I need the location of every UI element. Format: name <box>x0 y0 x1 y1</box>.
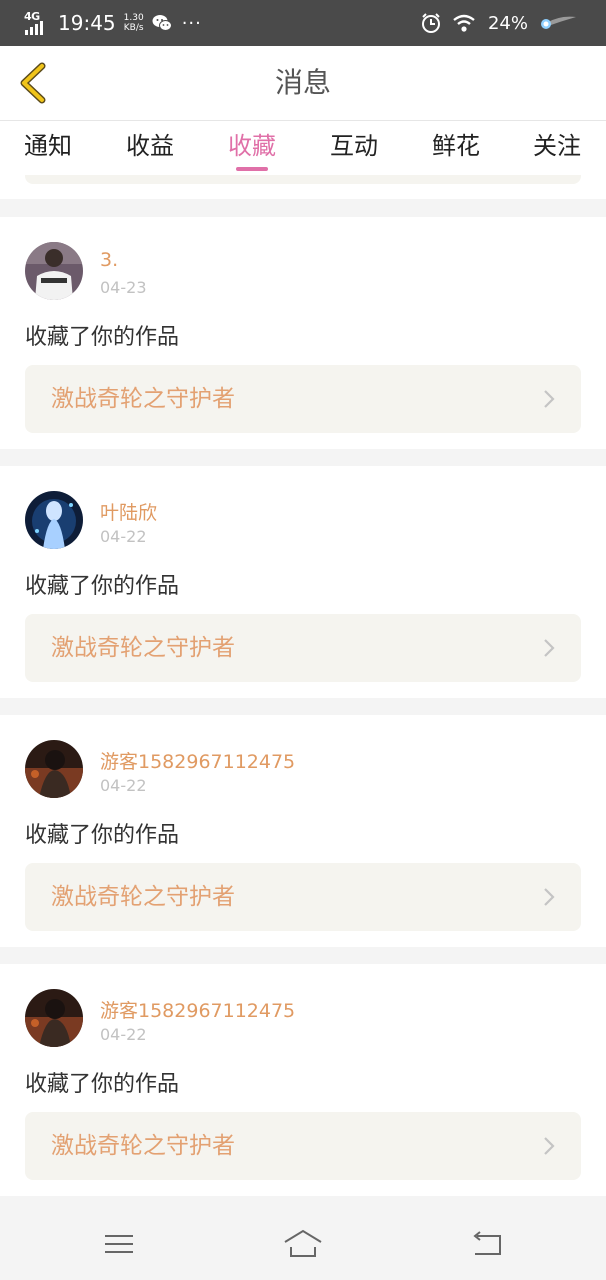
username[interactable]: 游客1582967112475 <box>100 747 295 774</box>
work-title: 激战奇轮之守护者 <box>51 635 235 661</box>
wechat-icon <box>152 15 172 31</box>
menu-icon[interactable] <box>99 1228 139 1260</box>
work-title: 激战奇轮之守护者 <box>51 386 235 412</box>
avatar[interactable] <box>25 989 83 1047</box>
speed-value: 1.30 <box>123 13 144 23</box>
action-text: 收藏了你的作品 <box>25 823 180 848</box>
username[interactable]: 叶陆欣 <box>100 498 157 525</box>
network-speed: 1.30 KB/s <box>124 13 144 33</box>
tab-interactions[interactable]: 互动 <box>330 121 378 175</box>
chevron-right-icon <box>544 390 555 408</box>
status-bar: 4G 19:45 1.30 KB/s ··· 24% <box>0 0 606 46</box>
status-time: 19:45 <box>58 11 116 35</box>
cell-signal-icon: 4G <box>24 10 52 35</box>
chevron-right-icon <box>544 639 555 657</box>
active-tab-indicator <box>236 167 268 171</box>
username[interactable]: 3. <box>100 249 118 271</box>
action-text: 收藏了你的作品 <box>25 1072 180 1097</box>
work-link[interactable]: 激战奇轮之守护者 <box>25 614 581 682</box>
wifi-icon <box>453 14 475 32</box>
action-text: 收藏了你的作品 <box>25 325 180 350</box>
tab-following[interactable]: 关注 <box>533 121 581 175</box>
battery-percent: 24% <box>487 12 528 34</box>
system-nav-bar <box>0 1208 606 1280</box>
username[interactable]: 游客1582967112475 <box>100 996 295 1023</box>
work-link[interactable]: 激战奇轮之守护者 <box>25 365 581 433</box>
battery-comet-icon <box>541 16 576 29</box>
chevron-right-icon <box>544 888 555 906</box>
message-date: 04-23 <box>100 278 147 297</box>
speed-unit: KB/s <box>123 23 144 33</box>
avatar[interactable] <box>25 740 83 798</box>
back-arrow-icon[interactable] <box>467 1228 507 1260</box>
tab-earnings[interactable]: 收益 <box>126 121 174 175</box>
message-date: 04-22 <box>100 527 147 546</box>
action-text: 收藏了你的作品 <box>25 574 180 599</box>
message-card: 游客1582967112475 04-22 收藏了你的作品 激战奇轮之守护者 <box>0 964 606 1196</box>
message-card: 游客1582967112475 04-22 收藏了你的作品 激战奇轮之守护者 <box>0 715 606 947</box>
tab-flowers[interactable]: 鲜花 <box>432 121 480 175</box>
avatar[interactable] <box>25 242 83 300</box>
work-link[interactable]: 激战奇轮之守护者 <box>25 863 581 931</box>
work-title: 激战奇轮之守护者 <box>51 1133 235 1159</box>
message-date: 04-22 <box>100 776 147 795</box>
page-title: 消息 <box>274 66 331 99</box>
message-card: 叶陆欣 04-22 收藏了你的作品 激战奇轮之守护者 <box>0 466 606 698</box>
previous-card-remnant <box>0 175 606 199</box>
chevron-right-icon <box>544 1137 555 1155</box>
more-notifications-icon: ··· <box>181 12 202 34</box>
tab-bar: 通知 收益 收藏 互动 鲜花 关注 <box>0 121 606 175</box>
message-date: 04-22 <box>100 1025 147 1044</box>
app-header: 消息 <box>0 46 606 121</box>
avatar[interactable] <box>25 491 83 549</box>
tab-notifications[interactable]: 通知 <box>24 121 72 175</box>
alarm-icon <box>421 13 440 33</box>
home-icon[interactable] <box>283 1228 323 1260</box>
message-card: 3. 04-23 收藏了你的作品 激战奇轮之守护者 <box>0 217 606 449</box>
work-link[interactable]: 激战奇轮之守护者 <box>25 1112 581 1180</box>
work-title: 激战奇轮之守护者 <box>51 884 235 910</box>
